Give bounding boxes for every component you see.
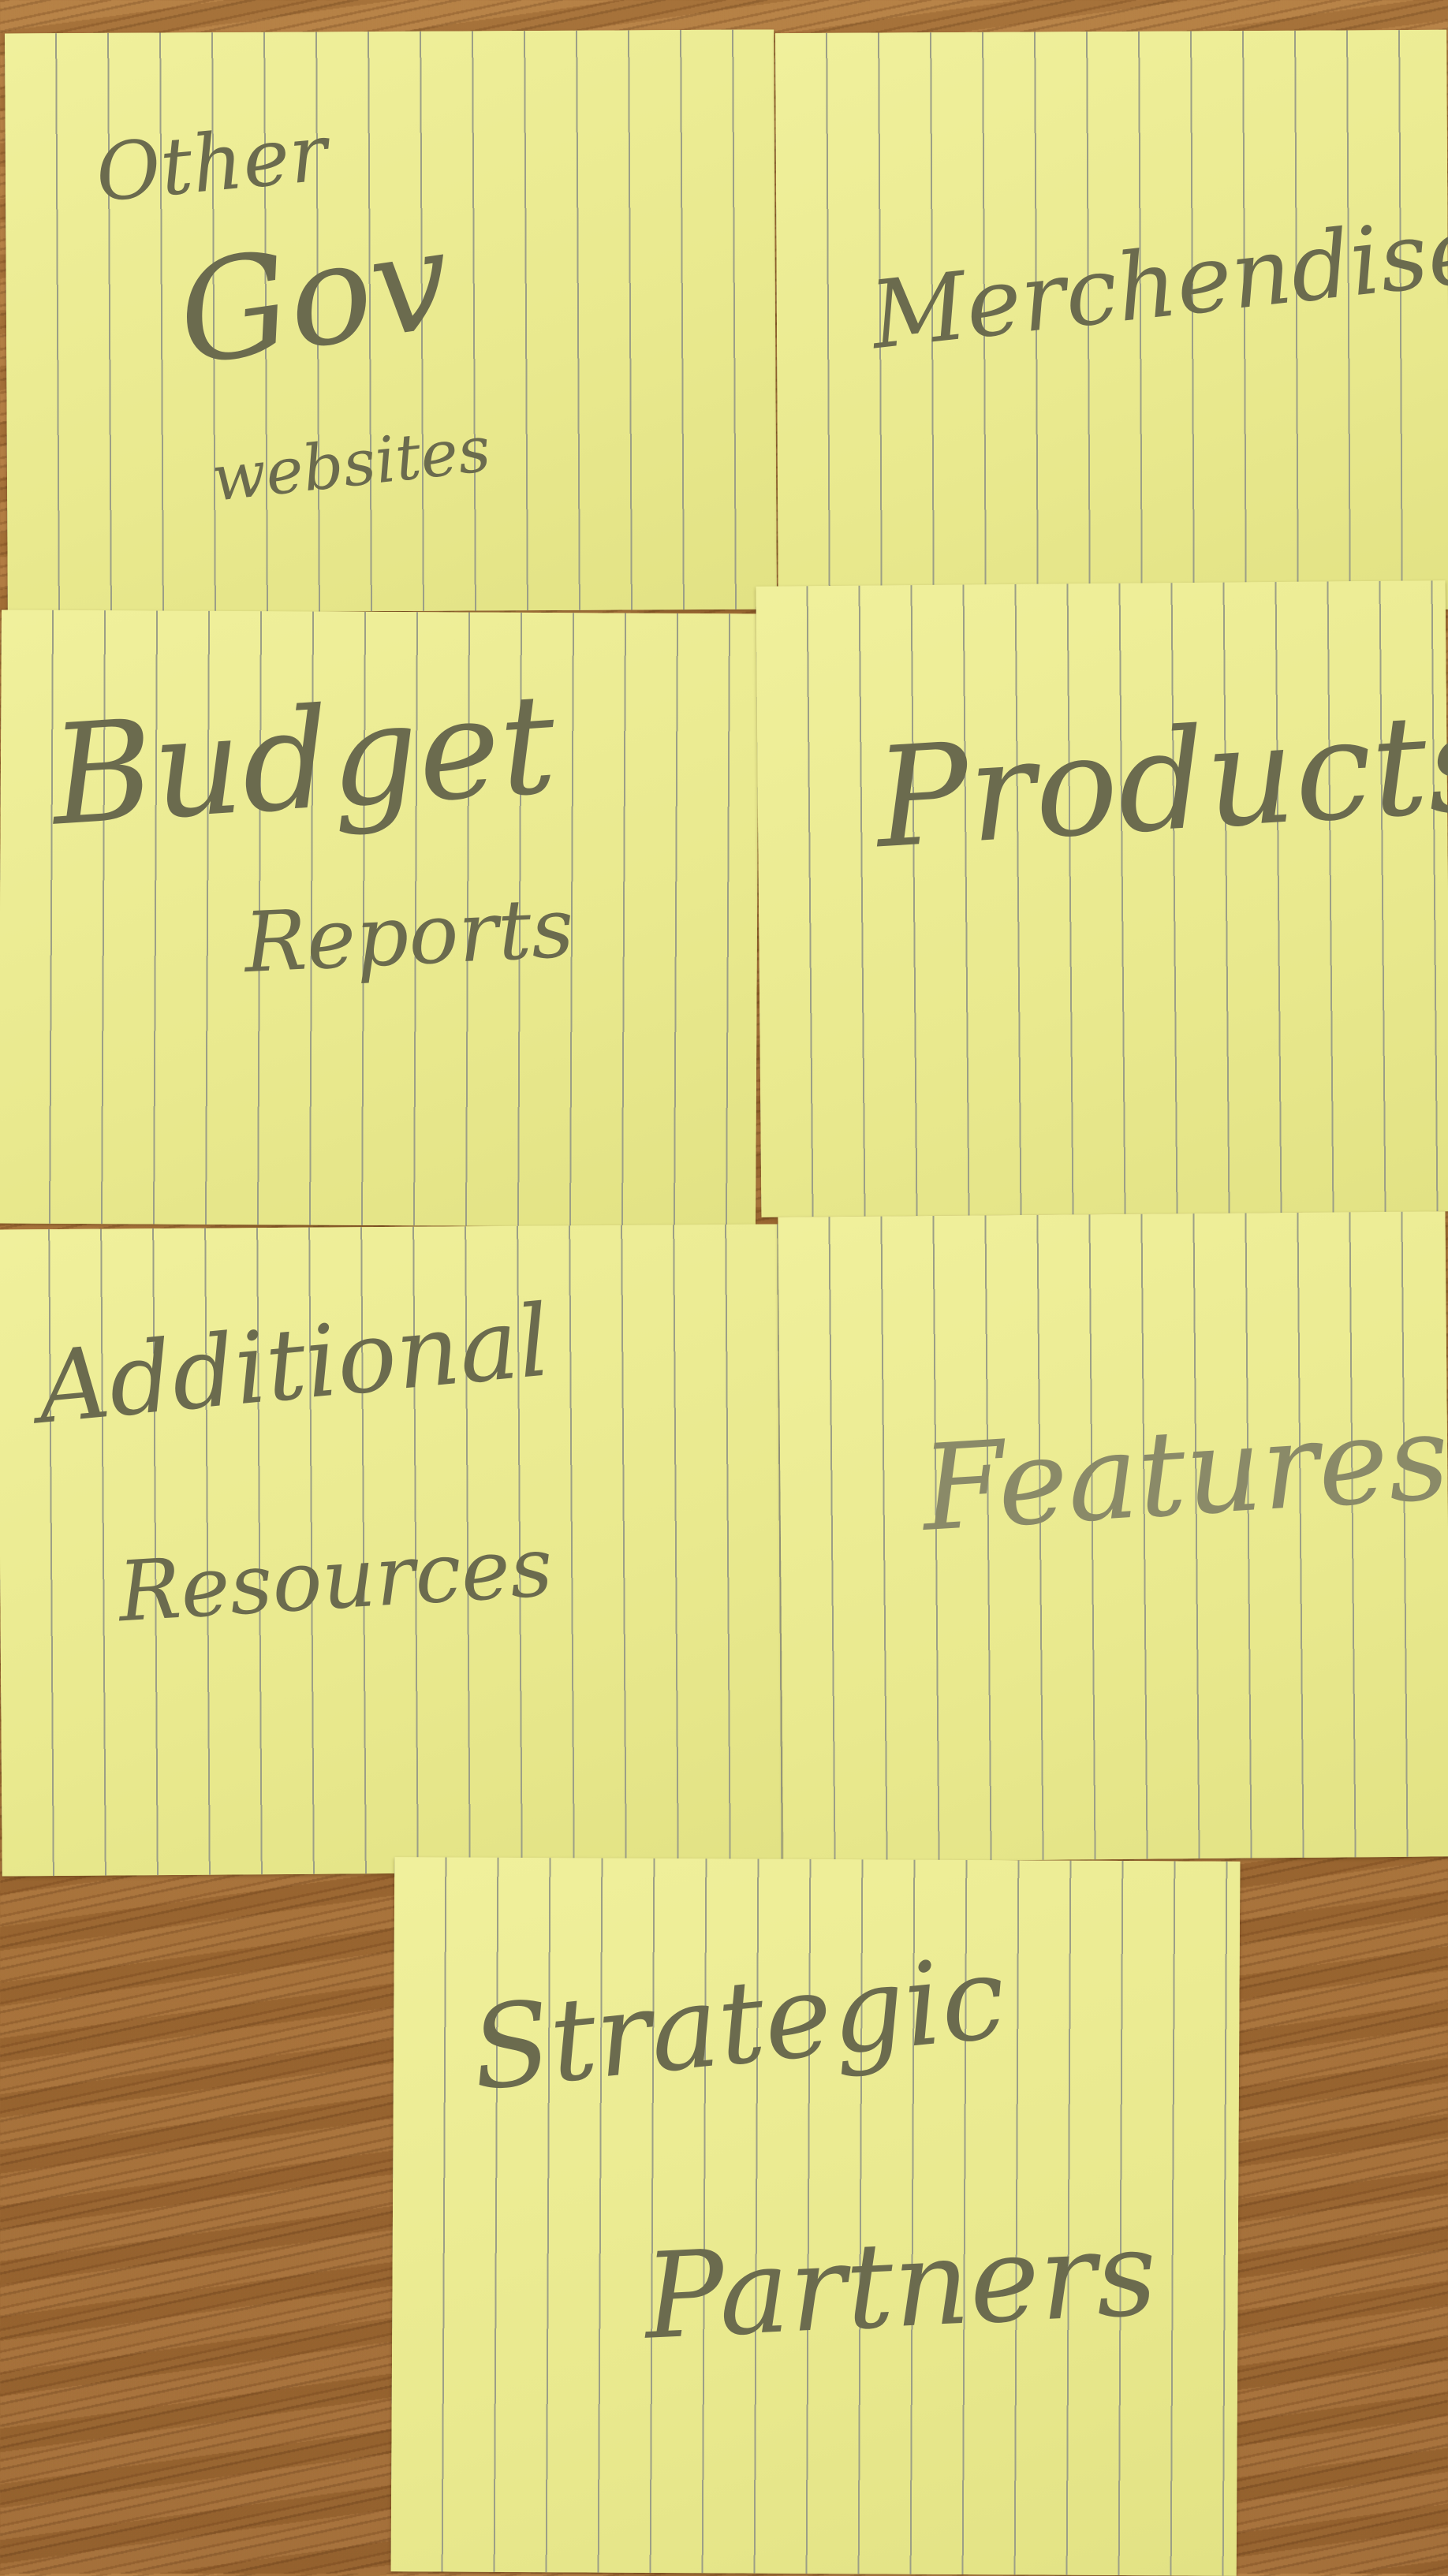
card-text-line: Products <box>871 681 1448 880</box>
card-budget-reports: Budget Reports <box>0 610 759 1228</box>
card-text-line: Resources <box>115 1518 555 1641</box>
card-text-line: Gov <box>168 199 461 397</box>
card-text-line: websites <box>207 412 494 516</box>
card-text-line: Other <box>91 106 331 220</box>
card-features: Features <box>778 1211 1448 1862</box>
card-text-line: Partners <box>641 2205 1160 2366</box>
card-products: Products <box>756 580 1448 1217</box>
card-text-line: Budget <box>47 664 561 857</box>
card-text-line: Features <box>918 1389 1448 1558</box>
card-text-line: Additional <box>32 1284 555 1446</box>
card-text-line: Merchendise <box>865 194 1448 371</box>
card-text-line: Strategic <box>465 1930 1011 2117</box>
card-strategic-partners: Strategic Partners <box>390 1857 1241 2576</box>
card-other-gov-websites: Other Gov websites <box>5 29 777 613</box>
card-additional-resources: Additional Resources <box>0 1224 787 1877</box>
card-merchandise: Merchendise <box>775 29 1448 613</box>
card-text-line: Reports <box>241 879 577 992</box>
